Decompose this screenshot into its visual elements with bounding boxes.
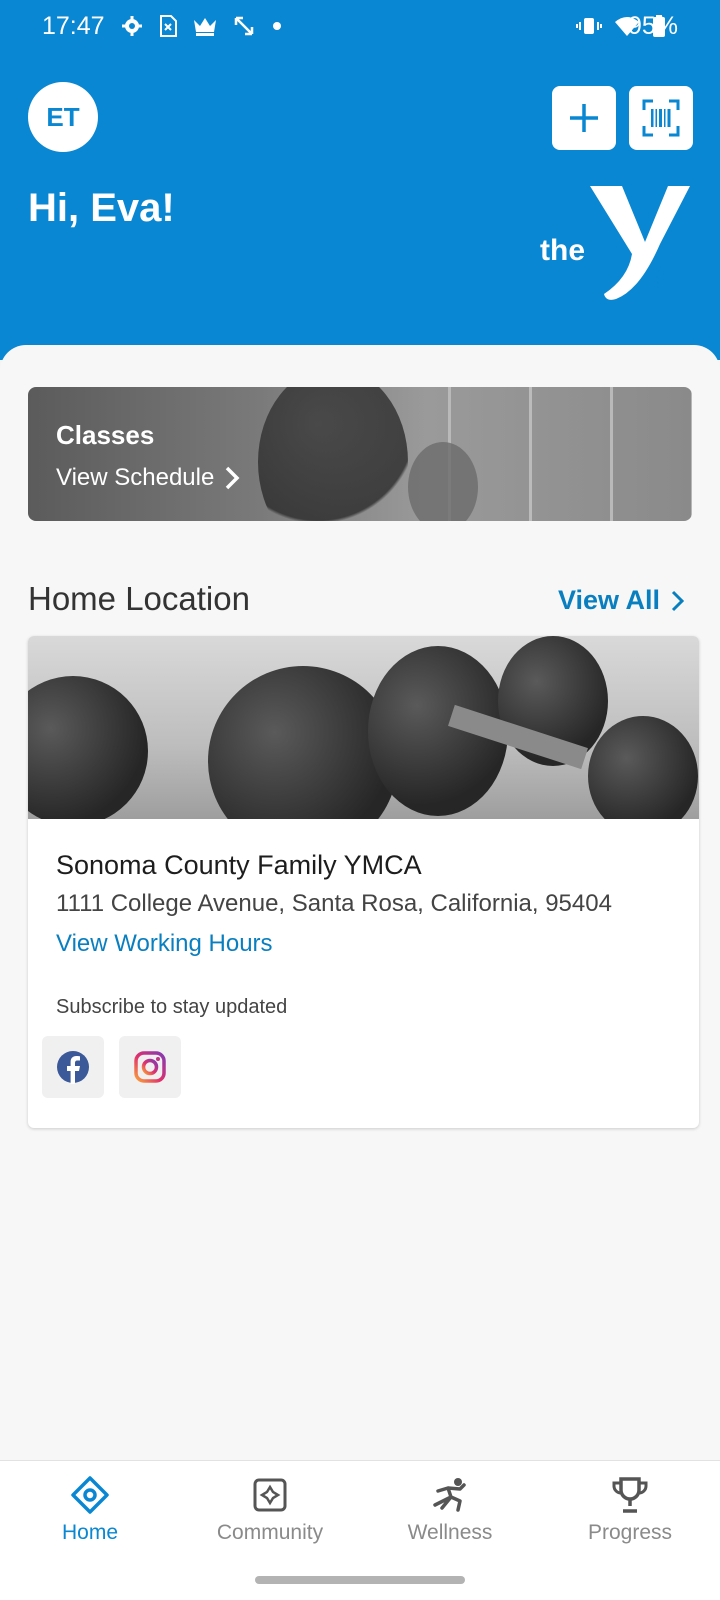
status-bar: 17:47 95% <box>0 0 720 56</box>
instagram-icon <box>134 1051 166 1083</box>
home-icon <box>71 1476 109 1514</box>
community-icon <box>253 1478 287 1512</box>
instagram-button[interactable] <box>119 1036 181 1098</box>
scan-barcode-button[interactable] <box>629 86 693 150</box>
sim-icon <box>160 15 177 37</box>
classes-title: Classes <box>56 420 155 450</box>
logo-ymca-text: YMCA <box>650 263 668 291</box>
location-photo <box>28 636 699 819</box>
dot-icon <box>273 22 281 30</box>
add-button[interactable] <box>552 86 616 150</box>
greeting: Hi, Eva! <box>28 186 175 230</box>
logo-the-text: the <box>540 234 585 267</box>
barcode-scan-icon <box>642 99 680 137</box>
view-schedule-label: View Schedule <box>56 464 215 491</box>
nav-community-label: Community <box>216 1521 324 1544</box>
view-schedule-link[interactable]: View Schedule <box>56 464 240 492</box>
nav-progress[interactable]: Progress <box>540 1475 720 1545</box>
nav-home[interactable]: Home <box>0 1475 180 1545</box>
chevron-right-icon <box>671 590 684 611</box>
location-address: 1111 College Avenue, Santa Rosa, Califor… <box>56 890 612 917</box>
crown-icon <box>194 18 216 36</box>
ymca-logo: the YMCA <box>540 186 690 300</box>
home-location-title: Home Location <box>28 580 250 617</box>
status-left-icons <box>120 14 284 38</box>
plus-icon <box>570 104 598 132</box>
subscribe-label: Subscribe to stay updated <box>56 996 288 1018</box>
view-working-hours-link[interactable]: View Working Hours <box>56 930 273 958</box>
trophy-icon <box>612 1477 648 1513</box>
nav-wellness-label: Wellness <box>407 1521 493 1544</box>
nav-progress-label: Progress <box>587 1521 673 1544</box>
gear-icon <box>122 16 142 36</box>
vibrate-icon <box>576 18 602 34</box>
expand-icon <box>234 16 254 36</box>
wellness-icon <box>433 1478 466 1512</box>
nav-home-label: Home <box>61 1521 119 1544</box>
view-all-label: View All <box>557 585 660 615</box>
view-all-link[interactable]: View All <box>558 585 684 616</box>
facebook-icon <box>57 1051 89 1084</box>
home-location-card[interactable]: Sonoma County Family YMCA 1111 College A… <box>28 636 699 1128</box>
chevron-right-icon <box>226 466 240 490</box>
location-name: Sonoma County Family YMCA <box>56 850 422 880</box>
facebook-button[interactable] <box>42 1036 104 1098</box>
avatar[interactable]: ET <box>28 82 98 152</box>
status-time: 17:47 <box>42 12 105 40</box>
battery-percentage: 95% <box>627 12 678 40</box>
nav-wellness[interactable]: Wellness <box>360 1475 540 1545</box>
classes-card[interactable] <box>28 387 692 521</box>
home-indicator[interactable] <box>255 1576 465 1584</box>
nav-community[interactable]: Community <box>180 1475 360 1545</box>
